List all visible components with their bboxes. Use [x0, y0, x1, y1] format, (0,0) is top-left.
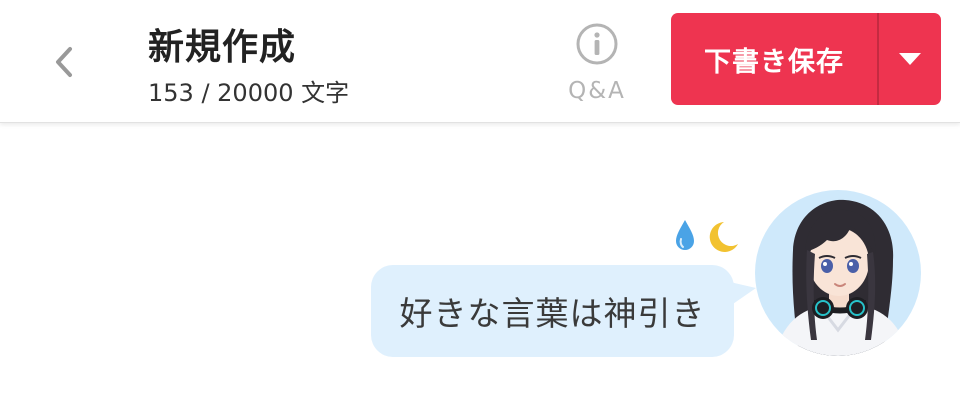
message-text: 好きな言葉は神引き	[399, 294, 706, 333]
save-draft-group: 下書き保存	[671, 13, 941, 105]
page-title: 新規作成	[148, 27, 297, 68]
save-draft-button[interactable]: 下書き保存	[671, 13, 877, 105]
caret-down-icon	[899, 53, 921, 65]
character-portrait	[755, 190, 921, 356]
back-button[interactable]	[44, 40, 84, 84]
message-bubble[interactable]: 好きな言葉は神引き	[371, 265, 734, 357]
character-counter: 153 / 20000 文字	[148, 79, 350, 107]
crescent-moon-icon	[709, 222, 738, 252]
avatar[interactable]	[755, 190, 921, 356]
info-circle-icon	[576, 23, 618, 65]
save-options-dropdown-button[interactable]	[879, 13, 941, 105]
bubble-tail	[730, 282, 756, 306]
chevron-left-icon	[56, 47, 72, 77]
droplet-icon	[676, 220, 694, 250]
emote-icons	[676, 220, 738, 252]
app-header: 新規作成 153 / 20000 文字 Q&A 下書き保存	[0, 0, 960, 123]
qa-label: Q&A	[568, 78, 626, 104]
qa-button[interactable]: Q&A	[556, 20, 638, 110]
